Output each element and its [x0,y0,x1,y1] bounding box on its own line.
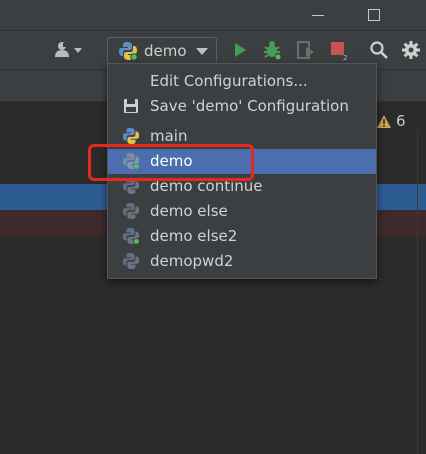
menu-item-label: Edit Configurations... [150,72,308,90]
stop-button[interactable]: 2 [327,39,351,61]
run-button[interactable] [229,39,251,61]
menu-item-label: demo else2 [150,227,238,245]
stop-icon: 2 [331,42,347,61]
editor-scrollbar[interactable] [417,130,420,454]
coverage-icon [297,41,314,59]
inspection-widget[interactable]: 6 [376,112,406,130]
run-configuration-selector[interactable]: demo [107,37,217,64]
python-running-icon [122,227,140,245]
menu-item-config-demopwd2[interactable]: demopwd2 [108,249,376,274]
run-with-coverage-button[interactable] [294,38,318,62]
menu-item-label: demo [150,152,193,170]
maximize-button[interactable] [363,4,385,26]
account-button[interactable] [52,40,86,60]
python-icon [122,252,140,270]
search-icon [370,41,388,59]
menu-item-config-main[interactable]: main [108,124,376,149]
debug-icon [264,41,282,61]
gear-icon [402,41,420,59]
python-icon [119,42,138,61]
menu-item-save-configuration[interactable]: Save 'demo' Configuration [108,94,376,119]
maximize-icon [368,9,380,21]
warning-count: 6 [396,112,406,130]
menu-item-config-demo-continue[interactable]: demo continue [108,174,376,199]
python-icon [122,177,140,195]
menu-item-label: main [150,127,188,145]
warning-icon [377,114,391,128]
run-configuration-menu: Edit Configurations... Save 'demo' Confi… [107,63,377,279]
title-bar [0,0,426,30]
svg-text:2: 2 [343,54,347,61]
minimize-button[interactable] [307,4,329,26]
chevron-down-icon [196,48,208,55]
menu-item-label: Save 'demo' Configuration [150,97,349,115]
menu-item-label: demo else [150,202,228,220]
python-running-icon [122,152,140,170]
menu-item-label: demo continue [150,177,263,195]
python-icon [122,127,140,145]
menu-item-config-demo-else[interactable]: demo else [108,199,376,224]
minimize-icon [312,14,324,16]
run-configuration-label: demo [144,42,187,60]
debug-button[interactable] [260,38,284,62]
menu-item-config-demo-else2[interactable]: demo else2 [108,224,376,249]
python-icon [122,202,140,220]
menu-item-edit-configurations[interactable]: Edit Configurations... [108,69,376,94]
search-button[interactable] [368,39,390,61]
settings-button[interactable] [400,39,422,61]
menu-item-label: demopwd2 [150,252,234,270]
user-icon [55,42,82,57]
menu-item-config-demo[interactable]: demo [108,149,376,174]
save-icon [124,99,138,113]
run-icon [235,43,246,57]
